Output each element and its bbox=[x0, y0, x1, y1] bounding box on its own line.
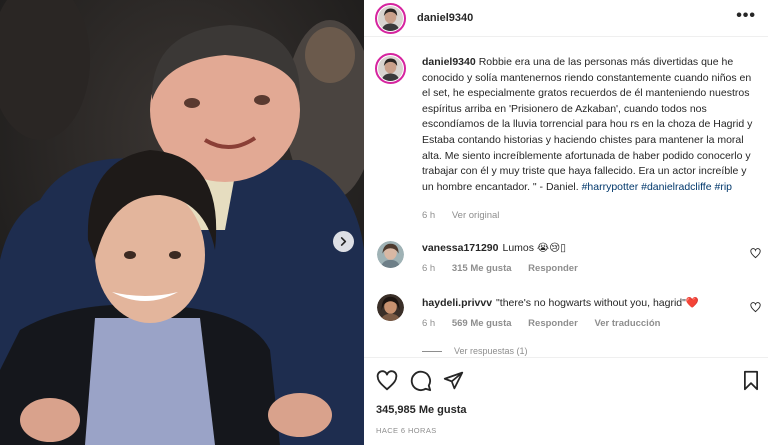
view-replies-button[interactable]: Ver respuestas (1) bbox=[422, 346, 528, 356]
avatar-image bbox=[377, 294, 404, 321]
comment-body: "there's no hogwarts without you, hagrid… bbox=[496, 297, 699, 309]
paper-plane-icon[interactable] bbox=[443, 370, 464, 391]
author-avatar[interactable] bbox=[375, 3, 406, 34]
author-username[interactable]: daniel9340 bbox=[417, 12, 473, 24]
more-options-icon[interactable]: ••• bbox=[736, 8, 756, 24]
photo-scene bbox=[0, 0, 364, 445]
comment-like-heart-icon[interactable] bbox=[750, 302, 761, 313]
like-count[interactable]: 345,985 Me gusta bbox=[376, 404, 467, 416]
caption-body: Robbie era una de las personas más diver… bbox=[422, 56, 753, 193]
see-translation-link[interactable]: Ver traducción bbox=[594, 318, 660, 329]
avatar-image bbox=[378, 56, 403, 81]
post-photo[interactable] bbox=[0, 0, 364, 445]
post-side-panel: daniel9340 ••• daniel9340 Robbie era una … bbox=[364, 0, 768, 445]
comment-item: haydeli.privvv "there's no hogwarts witho… bbox=[422, 296, 699, 309]
bookmark-icon[interactable] bbox=[742, 370, 760, 391]
post-actions: 345,985 Me gusta HACE 6 HORAS bbox=[364, 357, 768, 445]
carousel-next-button[interactable] bbox=[333, 231, 354, 252]
caption-time: 6 h bbox=[422, 210, 436, 221]
caption-meta: 6 h Ver original bbox=[422, 210, 513, 221]
comment-meta: 6 h 315 Me gusta Responder bbox=[422, 263, 592, 274]
comment-like-heart-icon[interactable] bbox=[750, 248, 761, 259]
comment-item: vanessa171290 Lumos 😭😢▯ bbox=[422, 242, 566, 254]
post-header: daniel9340 ••• bbox=[364, 0, 768, 37]
comment-likes[interactable]: 569 Me gusta bbox=[452, 318, 512, 329]
replies-divider bbox=[422, 350, 442, 352]
comment-bubble-icon[interactable] bbox=[410, 370, 432, 392]
comment-username[interactable]: haydeli.privvv bbox=[422, 297, 492, 309]
reply-button[interactable]: Responder bbox=[528, 263, 578, 274]
commenter-avatar[interactable] bbox=[377, 294, 404, 321]
comment-time: 6 h bbox=[422, 318, 436, 329]
caption-avatar[interactable] bbox=[375, 53, 406, 84]
comment-meta: 6 h 569 Me gusta Responder Ver traducció… bbox=[422, 318, 674, 329]
comment-username[interactable]: vanessa171290 bbox=[422, 242, 499, 254]
see-original-link[interactable]: Ver original bbox=[452, 210, 500, 221]
hashtag-link[interactable]: #danielradcliffe bbox=[641, 181, 711, 193]
comment-time: 6 h bbox=[422, 263, 436, 274]
avatar-image bbox=[377, 241, 404, 268]
heart-icon[interactable] bbox=[376, 370, 398, 392]
chevron-right-icon bbox=[340, 237, 347, 246]
caption-username[interactable]: daniel9340 bbox=[422, 56, 476, 68]
hashtag-link[interactable]: #harrypotter bbox=[582, 181, 639, 193]
view-replies-label: Ver respuestas (1) bbox=[454, 346, 528, 356]
post-caption: daniel9340 Robbie era una de las personas… bbox=[422, 55, 754, 195]
avatar-image bbox=[378, 6, 403, 31]
comment-body: Lumos 😭😢▯ bbox=[502, 242, 566, 254]
post-timestamp: HACE 6 HORAS bbox=[376, 426, 437, 435]
commenter-avatar[interactable] bbox=[377, 241, 404, 268]
reply-button[interactable]: Responder bbox=[528, 318, 578, 329]
hashtag-link[interactable]: #rip bbox=[715, 181, 733, 193]
comment-likes[interactable]: 315 Me gusta bbox=[452, 263, 512, 274]
